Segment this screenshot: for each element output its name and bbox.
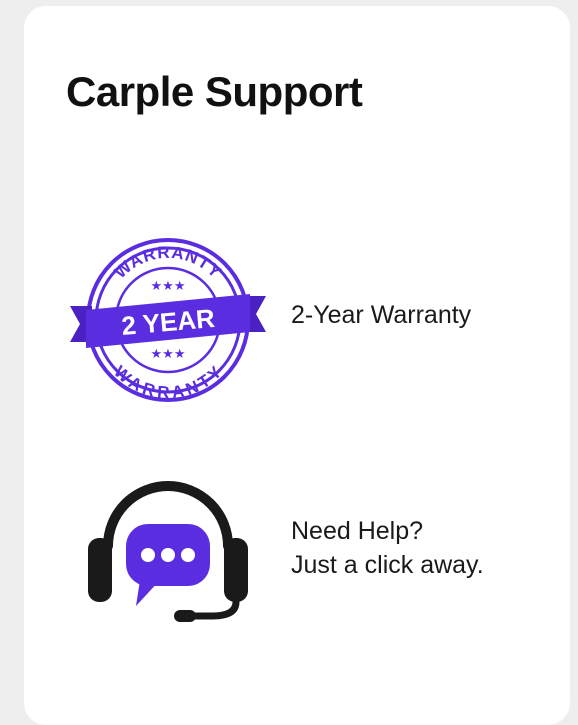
headset-chat-icon [88, 481, 248, 622]
badge-stars-top: ★★★ [151, 279, 186, 294]
badge-stars-bottom: ★★★ [151, 347, 186, 362]
page-title: Carple Support [66, 68, 363, 115]
help-label: Need Help? Just a click away. [291, 514, 484, 582]
help-feature[interactable]: Need Help? Just a click away. [24, 476, 570, 626]
warranty-badge-icon: WARRANTY WARRANTY ★★★ ★★★ 2 YEAR [70, 238, 266, 402]
support-card: Carple Support WARRANTY WARRANTY ★★★ ★★★… [24, 6, 570, 725]
warranty-feature: WARRANTY WARRANTY ★★★ ★★★ 2 YEAR 2-Year … [24, 228, 570, 408]
warranty-label: 2-Year Warranty [291, 301, 472, 329]
help-label-line2: Just a click away. [291, 551, 484, 579]
help-label-line1: Need Help? [291, 517, 424, 545]
